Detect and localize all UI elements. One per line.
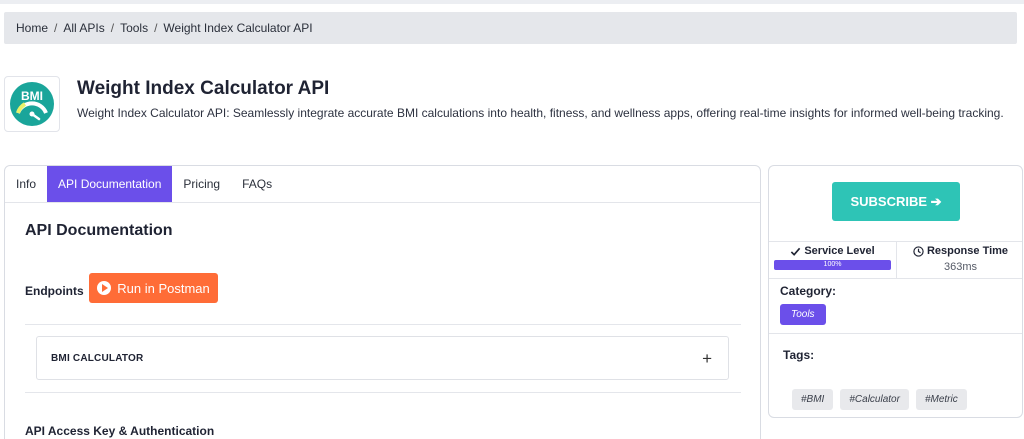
breadcrumb-tools[interactable]: Tools	[120, 21, 148, 35]
breadcrumb-separator: /	[54, 21, 58, 35]
response-time-value: 363ms	[943, 261, 978, 273]
bmi-gauge-icon: BMI	[10, 82, 54, 126]
service-level-metric: Service Level 100%	[769, 242, 896, 278]
response-time-metric: Response Time 363ms	[896, 242, 1022, 278]
top-bar-edge	[0, 0, 1024, 4]
category-label: Category:	[780, 284, 837, 298]
clock-icon	[913, 245, 924, 257]
subscribe-button[interactable]: SUBSCRIBE ➔	[832, 182, 960, 221]
api-title: Weight Index Calculator API	[77, 78, 330, 99]
tab-bar: Info API Documentation Pricing FAQs	[5, 166, 760, 203]
section-divider	[25, 324, 741, 325]
run-in-postman-label: Run in Postman	[117, 280, 210, 296]
check-icon	[791, 247, 801, 256]
breadcrumb: Home / All APIs / Tools / Weight Index C…	[4, 12, 1017, 44]
tab-info[interactable]: Info	[5, 166, 47, 202]
logo-text: BMI	[21, 89, 43, 103]
tag-list: #BMI #Calculator #Metric	[792, 389, 967, 410]
subscription-sidebar: SUBSCRIBE ➔ Service Level 100% Response …	[768, 165, 1023, 418]
play-circle-icon	[97, 281, 112, 295]
breadcrumb-current: Weight Index Calculator API	[163, 21, 313, 35]
service-level-value: 100%	[823, 261, 842, 268]
api-description: Weight Index Calculator API: Seamlessly …	[77, 106, 1004, 120]
service-level-progress: 100%	[774, 260, 891, 270]
metrics-row: Service Level 100% Response Time 363ms	[769, 241, 1022, 279]
tab-faqs[interactable]: FAQs	[231, 166, 283, 202]
auth-section-title: API Access Key & Authentication	[25, 424, 215, 438]
tag-bmi[interactable]: #BMI	[792, 389, 834, 410]
sidebar-divider	[769, 333, 1022, 334]
documentation-card: Info API Documentation Pricing FAQs API …	[4, 165, 761, 439]
endpoint-name: BMI CALCULATOR	[51, 352, 144, 364]
response-time-label: Response Time	[926, 245, 1009, 257]
section-divider	[25, 392, 741, 393]
endpoint-accordion-bmi-calculator[interactable]: BMI CALCULATOR +	[36, 336, 729, 380]
tab-pricing[interactable]: Pricing	[172, 166, 231, 202]
tags-label: Tags:	[783, 348, 815, 362]
breadcrumb-separator: /	[110, 21, 115, 35]
plus-icon[interactable]: +	[702, 350, 712, 367]
api-logo: BMI	[4, 76, 60, 132]
breadcrumb-separator: /	[154, 21, 158, 35]
run-in-postman-button[interactable]: Run in Postman	[89, 273, 218, 303]
tag-metric[interactable]: #Metric	[915, 389, 967, 410]
breadcrumb-home[interactable]: Home	[16, 21, 48, 35]
tag-calculator[interactable]: #Calculator	[840, 389, 909, 410]
service-level-label: Service Level	[804, 245, 875, 257]
documentation-title: API Documentation	[25, 222, 173, 239]
breadcrumb-all-apis[interactable]: All APIs	[63, 21, 104, 35]
tab-api-documentation[interactable]: API Documentation	[47, 166, 173, 202]
category-badge[interactable]: Tools	[780, 304, 826, 325]
endpoints-label: Endpoints	[25, 284, 84, 298]
